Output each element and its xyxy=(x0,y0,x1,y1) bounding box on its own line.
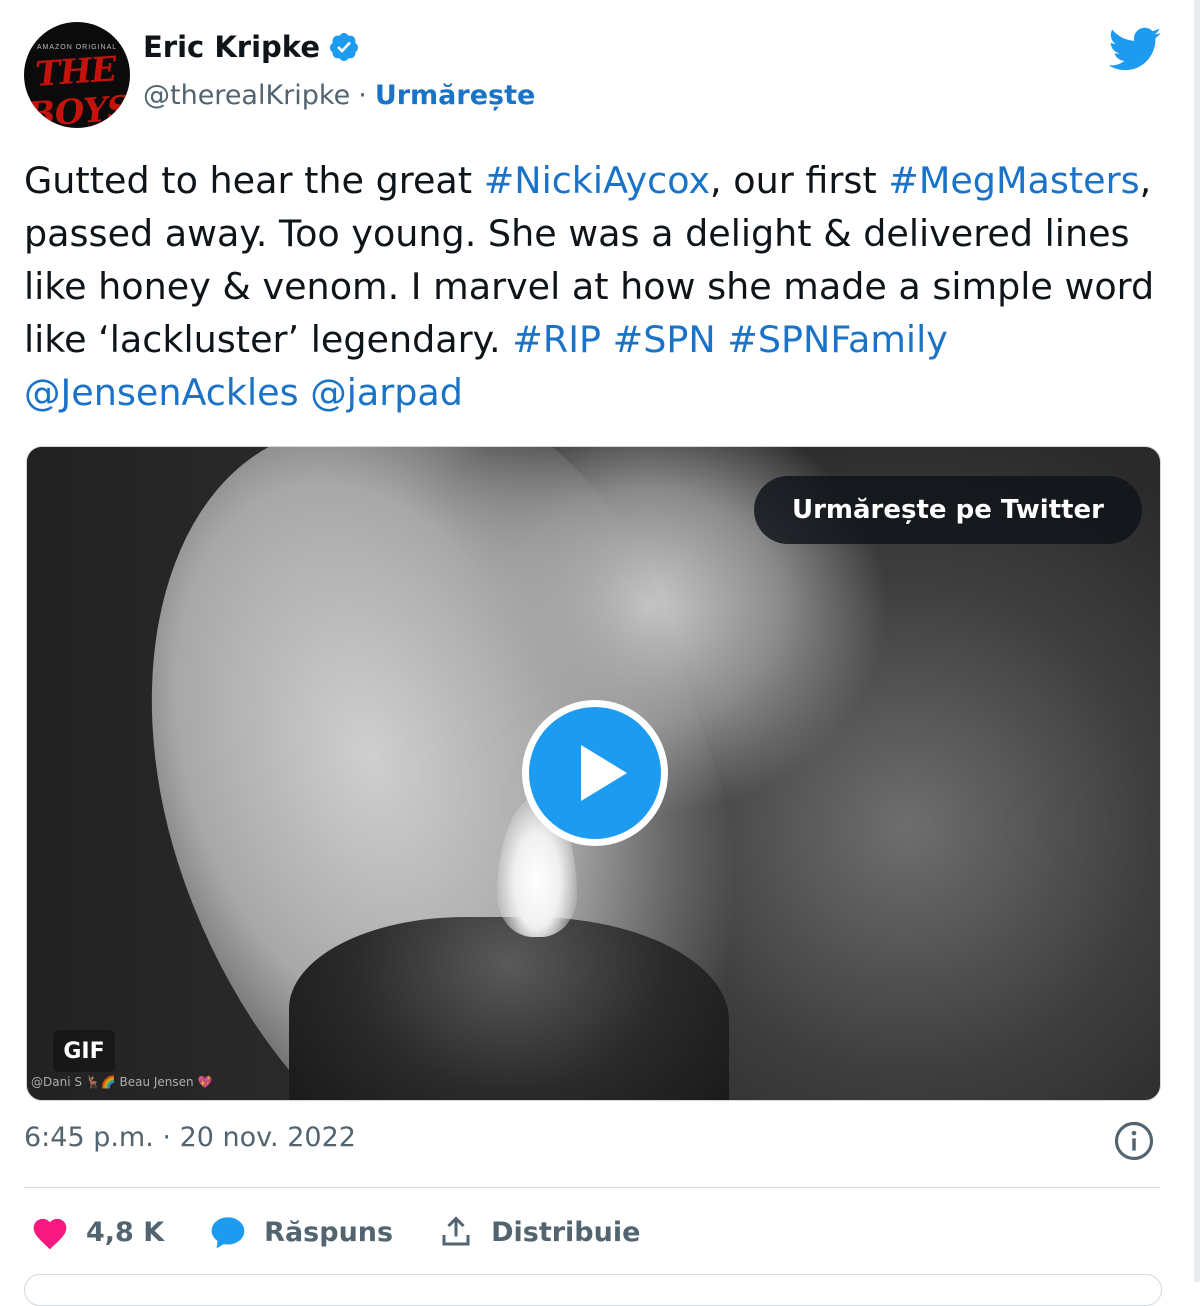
reply-button[interactable]: Răspuns xyxy=(208,1214,393,1250)
hashtag-nickiaycox[interactable]: #NickiAycox xyxy=(484,159,710,202)
reply-label: Răspuns xyxy=(264,1216,394,1248)
verified-badge-icon xyxy=(328,31,360,63)
share-button[interactable]: Distribuie xyxy=(437,1214,640,1250)
reply-bubble-icon xyxy=(208,1214,248,1250)
hashtag-rip[interactable]: #RIP xyxy=(512,318,601,361)
share-upload-icon xyxy=(437,1214,475,1250)
author-name[interactable]: Eric Kripke xyxy=(143,30,320,64)
tweet-segment xyxy=(299,371,311,414)
avatar-logo: THE BOYS xyxy=(25,49,130,128)
handle-separator: · xyxy=(358,80,367,111)
embed-border xyxy=(1194,0,1200,1282)
handle-row: @therealKripke · Urmărește xyxy=(143,80,535,111)
info-icon[interactable] xyxy=(1113,1120,1155,1162)
like-button[interactable]: 4,8 K xyxy=(30,1214,164,1250)
tweet-segment xyxy=(716,318,728,361)
read-replies-box[interactable] xyxy=(24,1274,1162,1306)
tweet-embed: AMAZON ORIGINAL THE BOYS Eric Kripke @th… xyxy=(0,0,1200,1306)
media-candle-shape xyxy=(289,917,729,1100)
twitter-bird-icon[interactable] xyxy=(1106,26,1162,72)
avatar[interactable]: AMAZON ORIGINAL THE BOYS xyxy=(24,22,130,128)
author-handle[interactable]: @therealKripke xyxy=(143,80,350,111)
heart-icon xyxy=(30,1214,70,1250)
action-bar: 4,8 K Răspuns Distribuie xyxy=(30,1204,684,1260)
divider xyxy=(24,1187,1160,1188)
timestamp-separator: · xyxy=(162,1122,172,1153)
hashtag-megmasters[interactable]: #MegMasters xyxy=(888,159,1139,202)
tweet-segment: , our first xyxy=(710,159,889,202)
tweet-timestamp[interactable]: 6:45 p.m. · 20 nov. 2022 xyxy=(24,1122,356,1153)
mention-jensenackles[interactable]: @JensenAckles xyxy=(24,371,299,414)
hashtag-spn[interactable]: #SPN xyxy=(613,318,716,361)
mention-jarpad[interactable]: @jarpad xyxy=(310,371,463,414)
play-icon xyxy=(529,707,661,839)
play-button[interactable] xyxy=(522,700,668,846)
share-label: Distribuie xyxy=(491,1216,641,1248)
tweet-segment: Gutted to hear the great xyxy=(24,159,484,202)
tweet-time[interactable]: 6:45 p.m. xyxy=(24,1122,154,1153)
hashtag-spnfamily[interactable]: #SPNFamily xyxy=(727,318,948,361)
gif-media[interactable]: Urmărește pe Twitter GIF @Dani S 🦌🌈 Beau… xyxy=(26,446,1161,1101)
gif-badge: GIF xyxy=(53,1030,115,1072)
tweet-segment xyxy=(601,318,613,361)
gif-watermark: @Dani S 🦌🌈 Beau Jensen 💖 xyxy=(31,1075,213,1089)
tweet-date[interactable]: 20 nov. 2022 xyxy=(180,1122,356,1153)
follow-link[interactable]: Urmărește xyxy=(375,80,536,111)
tweet-text: Gutted to hear the great #NickiAycox, ou… xyxy=(24,154,1164,419)
author-name-row[interactable]: Eric Kripke xyxy=(143,30,360,64)
like-count: 4,8 K xyxy=(86,1216,165,1248)
follow-on-twitter-button[interactable]: Urmărește pe Twitter xyxy=(754,476,1142,544)
